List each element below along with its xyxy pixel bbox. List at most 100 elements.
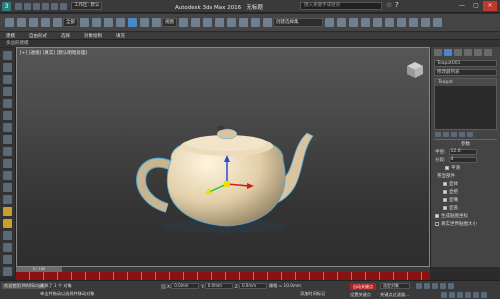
edit-named-selection-icon[interactable] [262, 18, 272, 27]
minimize-button[interactable]: — [455, 1, 469, 11]
key-filters-button[interactable]: 关键点过滤器... [380, 292, 409, 298]
configure-sets-icon[interactable] [467, 132, 473, 137]
render-production-icon[interactable] [432, 18, 442, 27]
help-icon[interactable]: ? [395, 1, 399, 9]
redo-tool-icon[interactable] [16, 18, 26, 27]
material-editor-icon[interactable] [396, 18, 406, 27]
display-lights-icon[interactable] [3, 111, 12, 120]
lock-selection-icon[interactable] [3, 207, 12, 216]
stack-item-teapot[interactable]: Teapot [435, 79, 496, 86]
go-to-start-icon[interactable] [416, 283, 422, 289]
select-by-name-icon[interactable] [91, 18, 101, 27]
sort-icon[interactable] [3, 231, 12, 240]
parameters-rollout-title[interactable]: 参数 [434, 139, 497, 147]
app-menu-icon[interactable]: 3 [2, 2, 11, 11]
part-body-checkbox[interactable] [443, 182, 447, 186]
undo-tool-icon[interactable] [4, 18, 14, 27]
pivot-center-icon[interactable] [178, 18, 188, 27]
select-scale-icon[interactable] [151, 18, 161, 27]
save-file-icon[interactable] [33, 2, 40, 10]
display-bones-icon[interactable] [3, 159, 12, 168]
hierarchy-icon[interactable] [3, 267, 12, 276]
part-spout-checkbox[interactable] [443, 198, 447, 202]
display-shapes-icon[interactable] [3, 99, 12, 108]
part-lid-checkbox[interactable] [443, 206, 447, 210]
select-move-icon[interactable] [127, 18, 137, 27]
hierarchy-tab-icon[interactable] [454, 49, 462, 56]
display-children-icon[interactable] [3, 195, 12, 204]
tab-modeling[interactable]: 建模 [6, 33, 15, 39]
go-to-end-icon[interactable] [448, 283, 454, 289]
light-list-icon[interactable] [3, 219, 12, 228]
next-frame-icon[interactable] [440, 283, 446, 289]
previous-frame-icon[interactable] [424, 283, 430, 289]
undo-icon[interactable] [42, 2, 49, 10]
key-mode-dropdown[interactable]: 选定对象 [380, 283, 410, 289]
viewport-label-menu[interactable]: [+] [透视] [真实] [默认明暗处理] [20, 50, 87, 56]
open-file-icon[interactable] [24, 2, 31, 10]
y-coordinate-field[interactable]: 0.0mm [204, 283, 233, 289]
tab-populate[interactable]: 填充 [116, 33, 125, 39]
tab-object-paint[interactable]: 对象绘制 [84, 33, 102, 39]
mirror-icon[interactable] [324, 18, 334, 27]
spinner-snap-icon[interactable] [250, 18, 260, 27]
segments-input[interactable]: 4 [448, 157, 477, 163]
z-coordinate-field[interactable]: 0.0mm [238, 283, 267, 289]
favorites-icon[interactable]: ☆ [386, 1, 392, 9]
play-icon[interactable] [432, 283, 438, 289]
workspace-dropdown[interactable]: 工作区: 默认 [71, 2, 103, 10]
angle-snap-icon[interactable] [226, 18, 236, 27]
selection-filter-dropdown[interactable]: 全部 [63, 18, 78, 27]
display-all-icon[interactable] [3, 183, 12, 192]
display-cameras-icon[interactable] [3, 123, 12, 132]
modifier-list-dropdown[interactable]: 修改器列表 [434, 69, 497, 76]
layers-icon[interactable] [3, 255, 12, 264]
new-file-icon[interactable] [15, 2, 22, 10]
snap-toggle-icon[interactable] [214, 18, 224, 27]
close-button[interactable]: ✕ [483, 1, 497, 11]
display-none-icon[interactable] [3, 75, 12, 84]
smooth-checkbox[interactable] [445, 166, 449, 170]
window-crossing-icon[interactable] [115, 18, 125, 27]
modifier-stack[interactable]: Teapot [434, 78, 497, 130]
remove-modifier-icon[interactable] [459, 132, 465, 137]
search-input[interactable]: 键入关键字或短语 [300, 2, 382, 10]
modify-tab-icon[interactable] [444, 49, 452, 56]
select-object-icon[interactable] [79, 18, 89, 27]
perspective-viewport[interactable]: [+] [透视] [真实] [默认明暗处理] [16, 47, 430, 267]
zoom-icon[interactable] [441, 292, 447, 298]
scene-explorer-icon[interactable] [3, 51, 12, 60]
real-world-checkbox[interactable] [435, 222, 439, 226]
pin-stack-icon[interactable] [435, 132, 441, 137]
keyboard-shortcut-icon[interactable] [202, 18, 212, 27]
utilities-tab-icon[interactable] [484, 49, 492, 56]
select-manipulate-icon[interactable] [190, 18, 200, 27]
gen-uv-checkbox[interactable] [435, 214, 439, 218]
curve-editor-icon[interactable] [372, 18, 382, 27]
project-folder-icon[interactable] [60, 2, 67, 10]
bind-space-warp-icon[interactable] [52, 18, 62, 27]
lock-icon[interactable] [161, 283, 166, 289]
display-tab-icon[interactable] [474, 49, 482, 56]
zoom-all-icon[interactable] [449, 292, 455, 298]
part-handle-checkbox[interactable] [443, 190, 447, 194]
display-geometry-icon[interactable] [3, 87, 12, 96]
find-icon[interactable] [3, 243, 12, 252]
render-setup-icon[interactable] [408, 18, 418, 27]
select-icon[interactable] [3, 63, 12, 72]
schematic-view-icon[interactable] [384, 18, 394, 27]
object-name-field[interactable]: Teapot001 [434, 60, 497, 67]
orbit-icon[interactable] [473, 292, 479, 298]
reference-coordinate-dropdown[interactable]: 视图 [162, 18, 177, 27]
show-end-result-icon[interactable] [443, 132, 449, 137]
zoom-extents-icon[interactable] [457, 292, 463, 298]
link-icon[interactable] [28, 18, 38, 27]
select-rotate-icon[interactable] [139, 18, 149, 27]
add-time-tag[interactable]: 添加时间标记 [300, 291, 325, 297]
unlink-icon[interactable] [40, 18, 50, 27]
tab-freeform[interactable]: 自由形式 [29, 33, 47, 39]
make-unique-icon[interactable] [451, 132, 457, 137]
layer-explorer-icon[interactable] [348, 18, 358, 27]
display-particles-icon[interactable] [3, 171, 12, 180]
rendered-frame-window-icon[interactable] [420, 18, 430, 27]
